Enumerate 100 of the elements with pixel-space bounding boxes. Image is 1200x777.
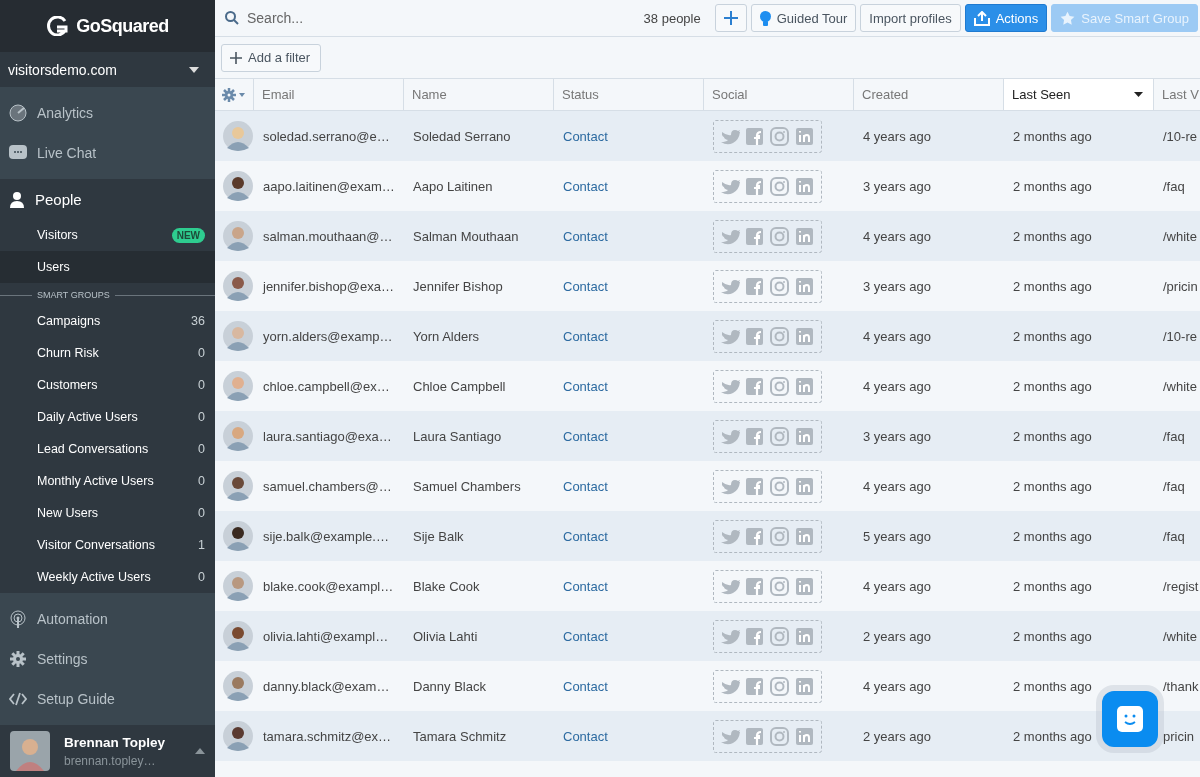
item-count: 0 <box>198 474 205 488</box>
smart-group-item[interactable]: New Users 0 <box>0 497 215 529</box>
table-cell: /faq <box>1163 528 1185 544</box>
nav-item[interactable]: Setup Guide <box>0 679 215 719</box>
table-cell: 3 years ago <box>863 278 931 294</box>
avatar-icon <box>223 721 253 751</box>
toolbar-button[interactable]: Guided Tour <box>750 4 857 32</box>
status-link[interactable]: Contact <box>563 628 608 644</box>
chat-icon <box>9 145 27 161</box>
table-cell: sije.balk@example.… <box>263 528 389 544</box>
caret-icon <box>189 66 199 73</box>
nav-item[interactable]: People <box>0 179 215 219</box>
sidebar-item[interactable]: Users <box>0 251 215 283</box>
table-cell: /white <box>1163 628 1197 644</box>
status-link[interactable]: Contact <box>563 728 608 744</box>
item-count: 1 <box>198 538 205 552</box>
table-cell: 4 years ago <box>863 578 931 594</box>
add-filter-button[interactable]: Add a filter <box>221 43 322 72</box>
toolbar-button[interactable]: Import profiles <box>860 4 961 32</box>
nav-item[interactable]: Settings <box>0 639 215 679</box>
table-cell: 2 years ago <box>863 728 931 744</box>
column-header[interactable]: Last Seen <box>1003 79 1153 111</box>
smart-group-item[interactable]: Monthly Active Users 0 <box>0 465 215 497</box>
table-cell: /thank <box>1163 678 1199 694</box>
table-cell: 2 months ago <box>1013 178 1092 194</box>
chat-button[interactable] <box>1102 691 1158 747</box>
table-cell: 2 months ago <box>1013 528 1092 544</box>
table-cell: 2 months ago <box>1013 578 1092 594</box>
table-cell: Sije Balk <box>413 528 464 544</box>
avatar-icon <box>223 221 253 251</box>
table-cell: salman.mouthaan@… <box>263 228 393 244</box>
status-link[interactable]: Contact <box>563 678 608 694</box>
logo-icon <box>46 16 69 36</box>
table-cell: Blake Cook <box>413 578 480 594</box>
avatar-icon <box>223 621 253 651</box>
avatar-icon <box>223 171 253 201</box>
smart-group-item[interactable]: Visitor Conversations 1 <box>0 529 215 561</box>
code-icon <box>9 692 27 706</box>
gauge-icon <box>9 104 27 122</box>
settings-icon <box>9 650 27 668</box>
sidebar-item[interactable]: Visitors NEW <box>0 219 215 251</box>
item-label: Visitors <box>37 228 78 242</box>
table-cell: 2 months ago <box>1013 278 1092 294</box>
nav-item[interactable]: Live Chat <box>0 133 215 173</box>
status-link[interactable]: Contact <box>563 278 608 294</box>
status-link[interactable]: Contact <box>563 328 608 344</box>
lightbulb-icon <box>759 10 771 26</box>
smart-group-item[interactable]: Customers 0 <box>0 369 215 401</box>
smart-group-item[interactable]: Churn Risk 0 <box>0 337 215 369</box>
table-cell: Tamara Schmitz <box>413 728 507 744</box>
table-cell: 2 months ago <box>1013 228 1092 244</box>
status-link[interactable]: Contact <box>563 378 608 394</box>
caret-icon[interactable] <box>195 748 205 754</box>
table-cell: tamara.schmitz@ex… <box>263 728 392 744</box>
table-cell: 3 years ago <box>863 178 931 194</box>
item-count: 0 <box>198 506 205 520</box>
table-cell: Danny Black <box>413 678 486 694</box>
smart-group-item[interactable]: Daily Active Users 0 <box>0 401 215 433</box>
avatar-icon <box>223 121 253 151</box>
user-email: brennan.topley… <box>64 753 157 768</box>
table-cell: laura.santiago@exa… <box>263 428 392 444</box>
table-cell: 2 months ago <box>1013 428 1092 444</box>
search-icon <box>225 11 239 25</box>
settings-icon[interactable] <box>222 87 246 102</box>
item-count: 0 <box>198 570 205 584</box>
new-badge: NEW <box>171 227 205 243</box>
table-cell: chloe.campbell@ex… <box>263 378 390 394</box>
table-cell: 2 months ago <box>1013 128 1092 144</box>
status-link[interactable]: Contact <box>563 528 608 544</box>
toolbar-button[interactable]: Actions <box>964 4 1048 32</box>
table-cell: danny.black@exam… <box>263 678 390 694</box>
nav-item[interactable]: Automation <box>0 599 215 639</box>
user-name: Brennan Topley <box>64 734 166 750</box>
status-link[interactable]: Contact <box>563 178 608 194</box>
nav-item[interactable]: Analytics <box>0 93 215 133</box>
table-cell: Soledad Serrano <box>413 128 511 144</box>
smart-group-item[interactable]: Weekly Active Users 0 <box>0 561 215 593</box>
table-cell: yorn.alders@examp… <box>263 328 393 344</box>
search-field[interactable]: Search... <box>245 9 430 27</box>
table-cell: /white <box>1163 228 1197 244</box>
table-cell: 2 months ago <box>1013 478 1092 494</box>
add-button[interactable] <box>714 4 747 32</box>
antenna-icon <box>9 610 27 628</box>
status-link[interactable]: Contact <box>563 428 608 444</box>
status-link[interactable]: Contact <box>563 228 608 244</box>
smart-group-item[interactable]: Campaigns 36 <box>0 305 215 337</box>
table-cell: pricin <box>1163 728 1195 744</box>
avatar-icon <box>223 471 253 501</box>
item-count: 0 <box>198 346 205 360</box>
item-label: Lead Conversations <box>37 442 149 456</box>
section-heading: SMART GROUPS <box>37 290 110 300</box>
table-cell: Laura Santiago <box>413 428 502 444</box>
smart-group-item[interactable]: Lead Conversations 0 <box>0 433 215 465</box>
item-count: 0 <box>198 378 205 392</box>
status-link[interactable]: Contact <box>563 478 608 494</box>
table-cell: /10-re <box>1163 328 1197 344</box>
avatar-icon <box>223 571 253 601</box>
status-link[interactable]: Contact <box>563 128 608 144</box>
status-link[interactable]: Contact <box>563 578 608 594</box>
item-label: Visitor Conversations <box>37 538 155 552</box>
